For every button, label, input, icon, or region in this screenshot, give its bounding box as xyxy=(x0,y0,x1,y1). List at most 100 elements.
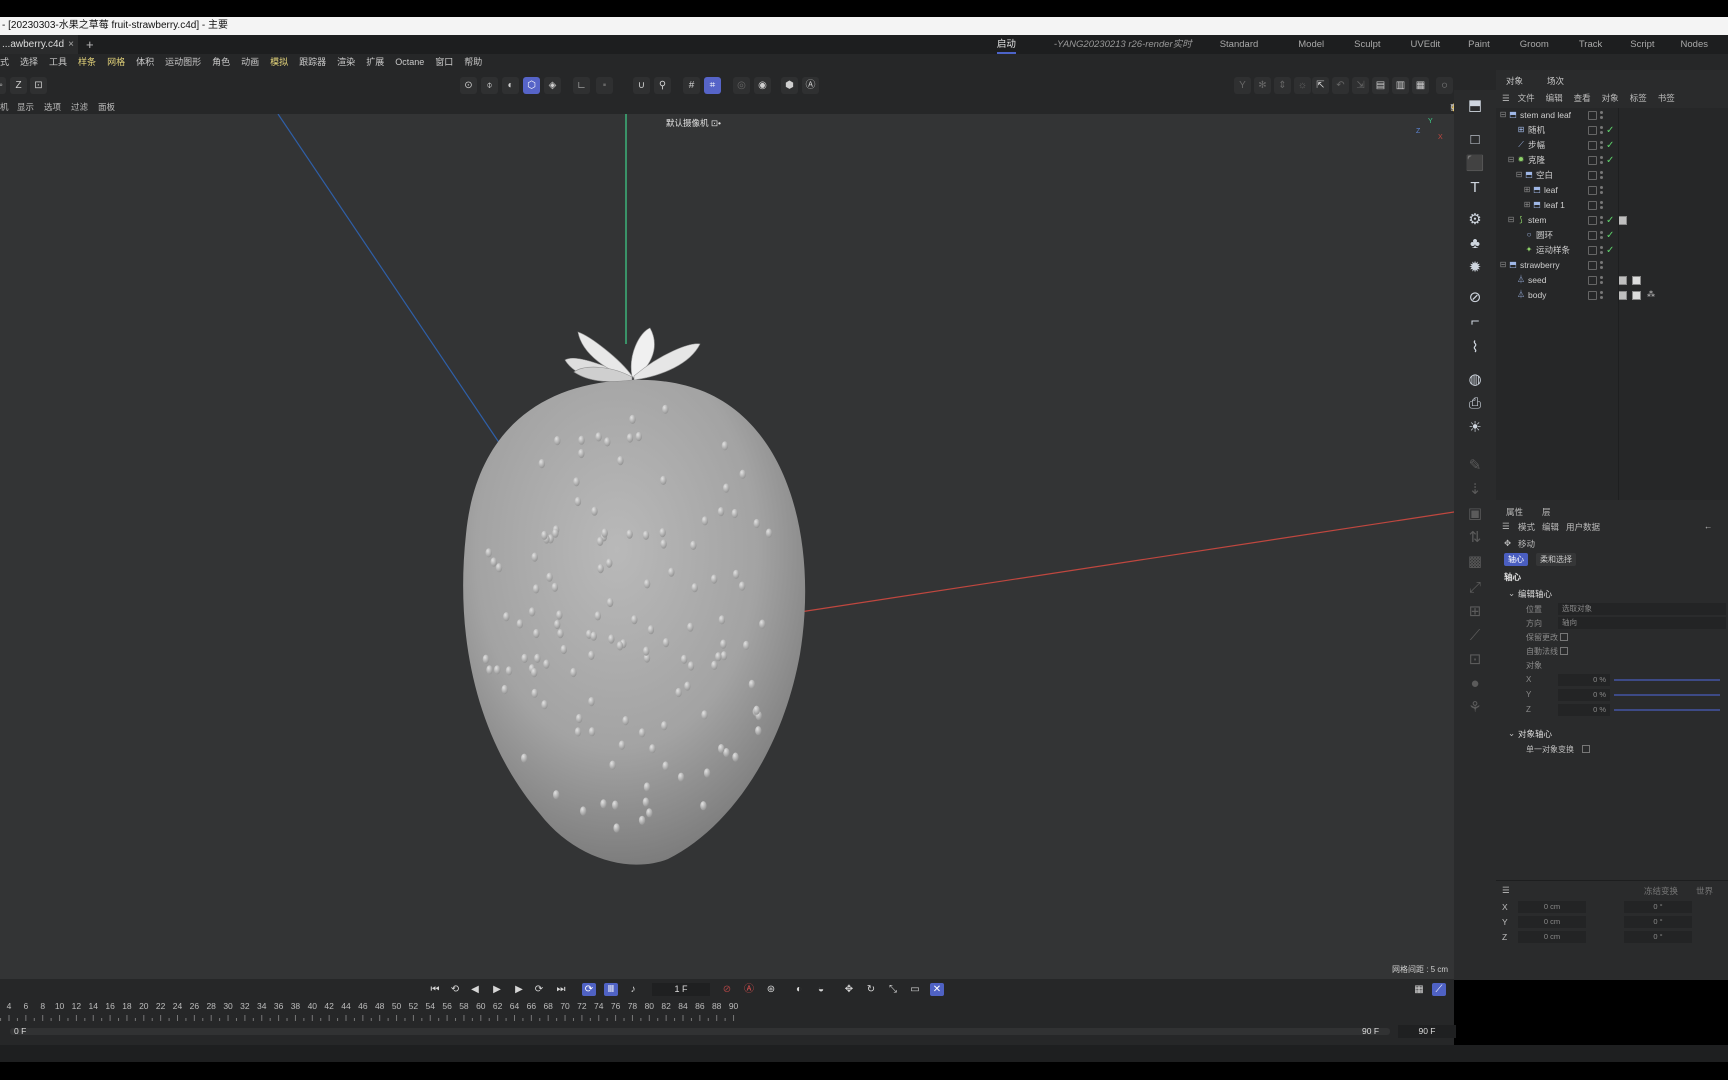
chip-soft-selection[interactable]: 柔和选择 xyxy=(1536,553,1576,566)
z-icon[interactable]: Z xyxy=(10,77,27,94)
stage-icon[interactable]: ⇅ xyxy=(1465,528,1485,548)
keep-changes-checkbox[interactable] xyxy=(1560,633,1568,641)
chip-axis[interactable]: 轴心 xyxy=(1504,553,1528,566)
move-key-icon[interactable]: ✥ xyxy=(842,983,856,996)
om-menu-edit[interactable]: 编辑 xyxy=(1546,92,1563,104)
list-item[interactable]: ⟋ 步幅 ✓ xyxy=(1496,138,1728,153)
hamburger-icon[interactable]: ☰ xyxy=(1502,521,1510,532)
cube-outline-icon[interactable]: □ xyxy=(1465,130,1485,150)
generator-icon[interactable]: ⚙ xyxy=(1465,210,1485,230)
tag-icon[interactable] xyxy=(1618,291,1627,300)
menu-item[interactable]: 运动图形 xyxy=(165,54,201,70)
auto-normals-checkbox[interactable] xyxy=(1560,647,1568,655)
list-item[interactable]: ⊞ 随机 ✓ xyxy=(1496,123,1728,138)
sound-icon[interactable]: ♪ xyxy=(626,983,640,996)
go-to-end-icon[interactable]: ⏭ xyxy=(554,983,568,996)
prev-key-icon[interactable]: ⟲ xyxy=(448,983,462,996)
world-button[interactable]: 世界 xyxy=(1696,885,1713,897)
effector-icon[interactable]: ✹ xyxy=(1465,258,1485,278)
tag-icon[interactable] xyxy=(1618,216,1627,225)
coord-system-icon[interactable]: ⊡ xyxy=(30,77,47,94)
y-slider[interactable] xyxy=(1614,694,1720,696)
material-icon[interactable]: ▩ xyxy=(1465,552,1485,572)
list-item[interactable]: ⊞ ⬒ leaf xyxy=(1496,183,1728,198)
tab-takes[interactable]: 场次 xyxy=(1537,74,1564,88)
enabled-check-icon[interactable]: ✓ xyxy=(1606,243,1614,258)
menu-item[interactable]: 模拟 xyxy=(270,54,288,70)
list-item[interactable]: ⊟ ⟆ stem ✓ xyxy=(1496,213,1728,228)
layout-tab[interactable]: Standard xyxy=(1220,35,1259,54)
scale-y-icon[interactable]: ⇕ xyxy=(1274,77,1291,94)
menu-item[interactable]: 窗口 xyxy=(435,54,453,70)
layout-tab[interactable]: Sculpt xyxy=(1354,35,1380,54)
field-icon[interactable]: ⌇ xyxy=(1465,338,1485,358)
layout-tab[interactable]: Script xyxy=(1630,35,1654,54)
layout-tab[interactable]: Model xyxy=(1298,35,1324,54)
list-divider[interactable] xyxy=(1618,108,1619,500)
close-tab-icon[interactable]: × xyxy=(68,35,74,54)
menu-item[interactable]: 样条 xyxy=(78,54,96,70)
tab-layers[interactable]: 层 xyxy=(1542,506,1551,518)
floor-icon[interactable]: ⇣ xyxy=(1465,480,1485,500)
prev-frame-icon[interactable]: ◀ xyxy=(468,983,482,996)
om-menu-bookmarks[interactable]: 书签 xyxy=(1658,92,1675,104)
material-tag-icon[interactable] xyxy=(1632,276,1641,285)
position-select[interactable]: 选取对象 xyxy=(1558,603,1726,615)
snap-enable-icon[interactable]: ⌗ xyxy=(704,77,721,94)
autokey-icon[interactable]: Ⓐ xyxy=(742,983,756,996)
view-menu-display[interactable]: 显示 xyxy=(17,100,34,114)
tag-icon[interactable] xyxy=(1618,276,1627,285)
enabled-check-icon[interactable]: ✓ xyxy=(1606,153,1614,168)
spline-icon[interactable]: ⌐ xyxy=(1465,312,1485,332)
coord-y-position[interactable]: 0 cm xyxy=(1518,916,1586,928)
text-icon[interactable]: T xyxy=(1465,178,1485,198)
attr-menu-userdata[interactable]: 用户数据 xyxy=(1566,521,1600,533)
enabled-check-icon[interactable]: ✓ xyxy=(1606,228,1614,243)
menu-item[interactable]: 网格 xyxy=(107,54,125,70)
document-tab[interactable]: ...awberry.c4d × xyxy=(0,35,78,54)
soft-selection-icon[interactable]: ⚲ xyxy=(654,77,671,94)
snap-tool-icon[interactable]: ⤢ xyxy=(1465,578,1485,598)
timeline-grid-icon[interactable]: ▦ xyxy=(1412,983,1426,996)
polygons-mode-icon[interactable]: ◐ xyxy=(502,77,519,94)
view-menu-options[interactable]: 选项 xyxy=(44,100,61,114)
layout-tab[interactable]: UVEdit xyxy=(1411,35,1441,54)
next-frame-icon[interactable]: ▶ xyxy=(512,983,526,996)
list-item[interactable]: ⏃ seed xyxy=(1496,273,1728,288)
chevron-down-icon[interactable]: ⌄ xyxy=(1508,728,1515,739)
sphere-tool-icon[interactable]: ● xyxy=(1465,674,1485,694)
render-picture-icon[interactable]: ▥ xyxy=(1392,77,1409,94)
sky-icon[interactable]: ▣ xyxy=(1465,504,1485,524)
coord-x-position[interactable]: 0 cm xyxy=(1518,901,1586,913)
uv-mode-icon[interactable]: ◈ xyxy=(544,77,561,94)
cube-icon[interactable]: ⬛ xyxy=(1465,154,1485,174)
fcurve-icon[interactable]: ⟋ xyxy=(1432,983,1446,996)
workplane-tool-icon[interactable]: ⊞ xyxy=(1465,602,1485,622)
om-menu-object[interactable]: 对象 xyxy=(1602,92,1619,104)
menu-item[interactable]: 动画 xyxy=(241,54,259,70)
list-item[interactable]: ✦ 运动样条 ✓ xyxy=(1496,243,1728,258)
paint-icon[interactable]: ⚘ xyxy=(1465,698,1485,718)
list-item[interactable]: ⊟ ✹ 克隆 ✓ xyxy=(1496,153,1728,168)
apply-button[interactable]: 冻结变换 xyxy=(1644,885,1678,897)
scale-key-icon[interactable]: ⤡ xyxy=(886,983,900,996)
menu-item[interactable]: 跟踪器 xyxy=(299,54,326,70)
list-item[interactable]: ⊞ ⬒ leaf 1 xyxy=(1496,198,1728,213)
menu-item[interactable]: 帮助 xyxy=(464,54,482,70)
selection-tool-icon[interactable]: ⬒ xyxy=(1465,96,1485,116)
next-key-icon[interactable]: ⟳ xyxy=(532,983,546,996)
menu-item[interactable]: 体积 xyxy=(136,54,154,70)
cloner-icon[interactable]: ♣ xyxy=(1465,234,1485,254)
hamburger-icon[interactable]: ☰ xyxy=(1502,885,1510,896)
deformer-icon[interactable]: ⊘ xyxy=(1465,288,1485,308)
range-slider[interactable] xyxy=(10,1028,1390,1035)
om-menu-tags[interactable]: 标签 xyxy=(1630,92,1647,104)
coord-x-rotation[interactable]: 0 ° xyxy=(1624,901,1692,913)
menu-item[interactable]: 选择 xyxy=(20,54,38,70)
preview-range-icon[interactable]: Ⅲ xyxy=(604,983,618,996)
bend-icon[interactable]: Y xyxy=(1234,77,1251,94)
enabled-check-icon[interactable]: ✓ xyxy=(1606,138,1614,153)
3d-viewport[interactable]: 默认摄像机 ⊡• Y Z X 网格间距 : 5 cm xyxy=(0,114,1454,979)
view-menu-filter[interactable]: 过滤 xyxy=(71,100,88,114)
om-menu-view[interactable]: 查看 xyxy=(1574,92,1591,104)
